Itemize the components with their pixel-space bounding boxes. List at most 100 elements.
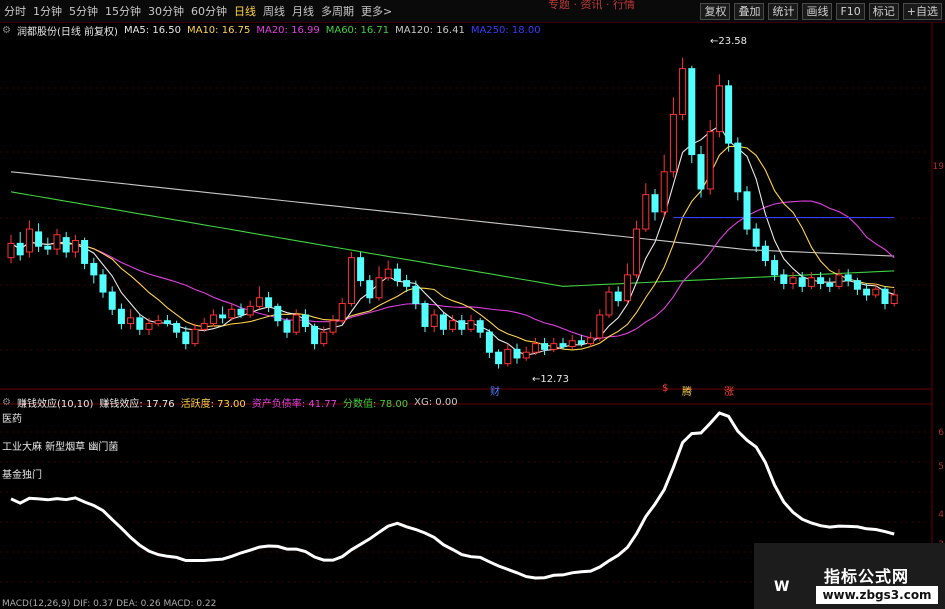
candle-up[interactable] <box>209 309 217 327</box>
candle-down[interactable] <box>614 286 622 307</box>
candle-up[interactable] <box>531 337 539 356</box>
candle-down[interactable] <box>62 231 70 258</box>
candle-down[interactable] <box>81 237 89 270</box>
candle-down[interactable] <box>881 286 889 310</box>
candle-up[interactable] <box>375 266 383 301</box>
candle-down[interactable] <box>826 277 834 293</box>
candle-down[interactable] <box>366 274 374 304</box>
candle-down[interactable] <box>761 240 769 267</box>
candle-down[interactable] <box>283 317 291 338</box>
main-legend: ⚙ 润都股份(日线 前复权) MA5: 16.50 MA10: 16.75 MA20… <box>2 23 541 38</box>
sub-title: 赚钱效应(10,10) <box>16 399 94 410</box>
candle-down[interactable] <box>863 283 871 301</box>
candle-up[interactable] <box>715 74 723 138</box>
candle-down[interactable] <box>163 314 171 327</box>
candle-up[interactable] <box>255 286 263 310</box>
candle-down[interactable] <box>780 269 788 290</box>
candle-down[interactable] <box>412 280 420 310</box>
candle-down[interactable] <box>541 337 549 356</box>
candle-up[interactable] <box>25 220 33 258</box>
candle-up[interactable] <box>835 269 843 290</box>
candle-up[interactable] <box>329 314 337 336</box>
candle-down[interactable] <box>35 223 43 252</box>
candle-body <box>605 291 613 316</box>
candle-down[interactable] <box>853 277 861 295</box>
candle-up[interactable] <box>127 309 135 330</box>
candle-down[interactable] <box>476 317 484 338</box>
candle-up[interactable] <box>384 260 392 281</box>
candle-down[interactable] <box>421 300 429 333</box>
candle-down[interactable] <box>182 326 190 350</box>
candle-down[interactable] <box>357 251 365 287</box>
candle-down[interactable] <box>697 145 705 198</box>
candle-up[interactable] <box>660 154 668 218</box>
candle-down[interactable] <box>651 188 659 221</box>
candle-up[interactable] <box>504 343 512 367</box>
candle-up[interactable] <box>679 57 687 121</box>
candle-body <box>651 194 659 213</box>
candle-up[interactable] <box>605 286 613 318</box>
candle-down[interactable] <box>274 303 282 327</box>
candle-down[interactable] <box>393 263 401 287</box>
candle-down[interactable] <box>265 292 273 313</box>
candle-up[interactable] <box>292 309 300 336</box>
candle-down[interactable] <box>117 303 125 330</box>
candle-up[interactable] <box>669 97 677 178</box>
candle-down[interactable] <box>311 323 319 350</box>
candle-up[interactable] <box>789 272 797 290</box>
candle-down[interactable] <box>219 306 227 324</box>
candle-up[interactable] <box>246 300 254 318</box>
candle-up[interactable] <box>145 317 153 336</box>
candle-down[interactable] <box>734 137 742 201</box>
candle-down[interactable] <box>108 286 116 315</box>
candle-up[interactable] <box>430 309 438 333</box>
event-tag[interactable]: 财 <box>490 383 500 398</box>
candle-down[interactable] <box>485 329 493 358</box>
sub-legend-item: XG: 0.00 <box>414 397 458 408</box>
candle-up[interactable] <box>587 332 595 347</box>
settings-circle-icon[interactable]: ⚙ <box>2 397 11 408</box>
candle-up[interactable] <box>623 263 631 304</box>
candle-down[interactable] <box>90 257 98 284</box>
candle-up[interactable] <box>338 297 346 324</box>
candle-down[interactable] <box>301 309 309 333</box>
candle-up[interactable] <box>347 251 355 307</box>
candle-down[interactable] <box>688 65 696 164</box>
candle-down[interactable] <box>173 320 181 338</box>
settings-circle-icon[interactable]: ⚙ <box>2 25 11 36</box>
candle-up[interactable] <box>228 303 236 321</box>
candle-down[interactable] <box>495 349 503 369</box>
candle-down[interactable] <box>752 223 760 252</box>
candle-down[interactable] <box>439 312 447 336</box>
event-tag[interactable]: $ <box>662 383 668 394</box>
candle-down[interactable] <box>743 186 751 235</box>
candle-up[interactable] <box>568 335 576 350</box>
candle-down[interactable] <box>16 231 24 261</box>
candle-up[interactable] <box>191 323 199 347</box>
candle-up[interactable] <box>7 234 15 264</box>
sector-tag[interactable]: 医药 <box>2 410 22 425</box>
candle-up[interactable] <box>633 220 641 278</box>
candle-down[interactable] <box>136 314 144 336</box>
candle-up[interactable] <box>154 314 162 327</box>
candle-down[interactable] <box>99 269 107 298</box>
candle-up[interactable] <box>642 183 650 232</box>
candle-up[interactable] <box>71 234 79 258</box>
candle-down[interactable] <box>458 314 466 336</box>
candle-up[interactable] <box>596 309 604 341</box>
candle-up[interactable] <box>890 289 898 307</box>
candle-down[interactable] <box>44 237 52 255</box>
event-tag[interactable]: 涨 <box>724 383 734 398</box>
candle-up[interactable] <box>467 314 475 333</box>
candle-body <box>872 288 880 296</box>
event-tag[interactable]: 腾 <box>682 383 692 398</box>
sector-tag[interactable]: 基金独门 <box>2 466 42 481</box>
candle-up[interactable] <box>53 229 61 255</box>
candle-down[interactable] <box>513 343 521 364</box>
sector-tag[interactable]: 工业大麻 新型烟草 幽门菌 <box>2 438 118 453</box>
candle-down[interactable] <box>844 269 852 287</box>
candle-down[interactable] <box>725 80 733 152</box>
candle-up[interactable] <box>522 346 530 361</box>
candle-up[interactable] <box>706 120 714 195</box>
candlestick-chart[interactable] <box>0 0 945 609</box>
